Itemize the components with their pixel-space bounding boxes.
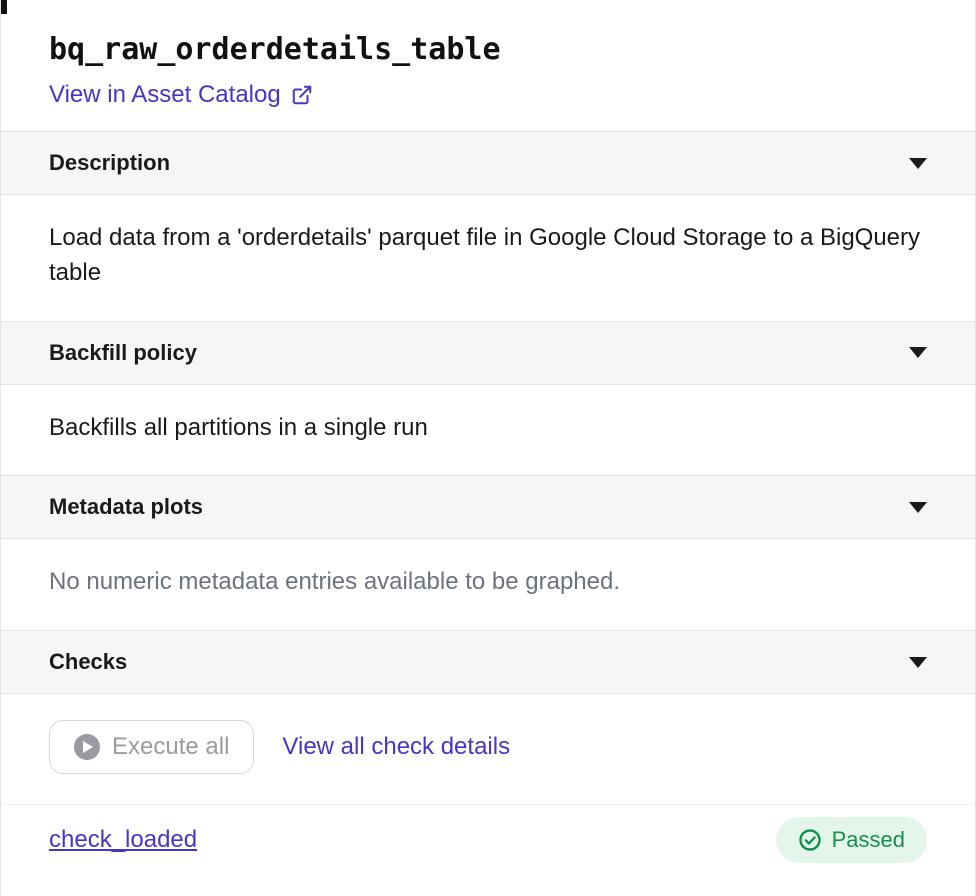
execute-all-label: Execute all xyxy=(112,733,229,761)
section-body-metadata-plots: No numeric metadata entries available to… xyxy=(1,539,975,630)
asset-detail-panel: bq_raw_orderdetails_table View in Asset … xyxy=(0,0,976,896)
view-all-check-details-link[interactable]: View all check details xyxy=(282,733,510,761)
section-body-description: Load data from a 'orderdetails' parquet … xyxy=(1,195,975,321)
caret-down-icon xyxy=(909,158,927,169)
section-title-description: Description xyxy=(49,150,170,176)
edge-notch xyxy=(1,0,7,14)
section-header-backfill[interactable]: Backfill policy xyxy=(1,322,975,385)
section-header-description[interactable]: Description xyxy=(1,132,975,195)
caret-down-icon xyxy=(909,502,927,513)
external-link-icon xyxy=(291,84,313,106)
check-circle-icon xyxy=(798,828,822,852)
play-icon xyxy=(74,734,100,760)
view-in-catalog-link[interactable]: View in Asset Catalog xyxy=(49,81,313,109)
section-checks: Checks Execute all View all check detail… xyxy=(1,630,975,881)
caret-down-icon xyxy=(909,347,927,358)
check-row: check_loaded Passed xyxy=(1,804,975,881)
execute-all-button[interactable]: Execute all xyxy=(49,720,254,774)
asset-title: bq_raw_orderdetails_table xyxy=(49,32,927,67)
panel-header: bq_raw_orderdetails_table View in Asset … xyxy=(1,0,975,131)
section-metadata-plots: Metadata plots No numeric metadata entri… xyxy=(1,475,975,630)
caret-down-icon xyxy=(909,657,927,668)
section-title-backfill: Backfill policy xyxy=(49,340,197,366)
section-body-backfill: Backfills all partitions in a single run xyxy=(1,385,975,476)
status-label: Passed xyxy=(832,827,905,853)
section-backfill-policy: Backfill policy Backfills all partitions… xyxy=(1,321,975,476)
section-header-checks[interactable]: Checks xyxy=(1,631,975,694)
section-description: Description Load data from a 'orderdetai… xyxy=(1,131,975,321)
section-title-metadata-plots: Metadata plots xyxy=(49,494,203,520)
view-in-catalog-label: View in Asset Catalog xyxy=(49,81,281,109)
status-badge: Passed xyxy=(776,817,927,863)
checks-controls: Execute all View all check details xyxy=(1,694,975,804)
section-title-checks: Checks xyxy=(49,649,127,675)
section-header-metadata-plots[interactable]: Metadata plots xyxy=(1,476,975,539)
check-name-link[interactable]: check_loaded xyxy=(49,826,197,854)
